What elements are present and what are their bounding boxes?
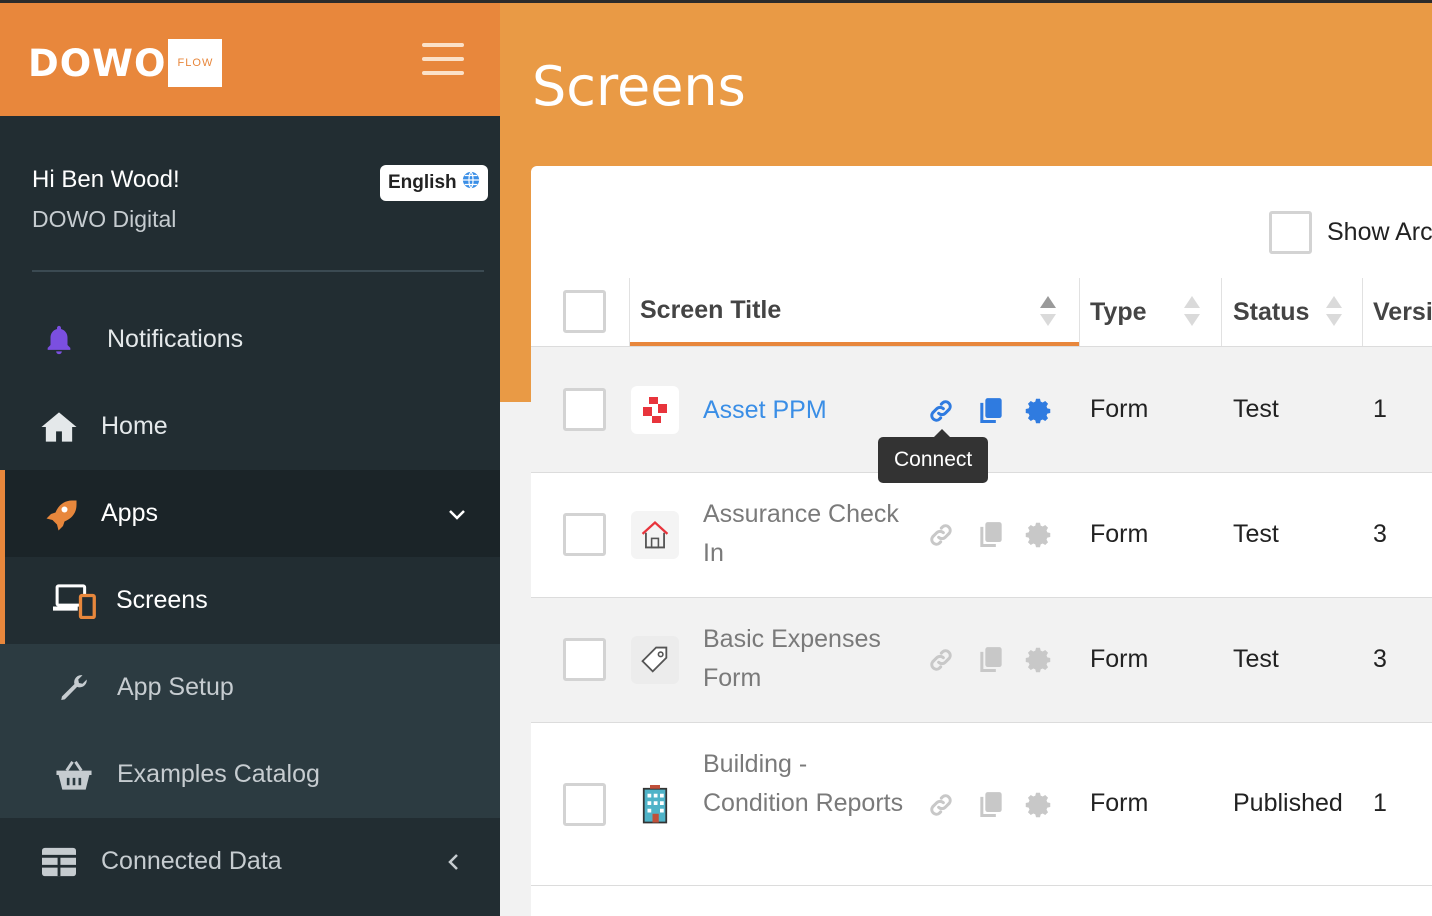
table-row[interactable]: Assurance Check In Form Test 3 xyxy=(531,472,1432,597)
type-cell: Form xyxy=(1090,789,1149,817)
sidebar-item-screens[interactable]: Screens xyxy=(0,557,500,644)
status-cell: Test xyxy=(1233,395,1279,423)
version-cell: 3 xyxy=(1373,520,1387,548)
screen-title-link[interactable]: Asset PPM xyxy=(703,391,913,430)
column-separator xyxy=(1079,278,1080,346)
row-checkbox[interactable] xyxy=(563,513,606,556)
type-cell: Form xyxy=(1090,645,1149,673)
status-cell: Published xyxy=(1233,789,1343,817)
page-title: Screens xyxy=(532,55,746,118)
sidebar: DOWO FLOW Hi Ben Wood! DOWO Digital Engl… xyxy=(0,0,500,916)
link-icon[interactable] xyxy=(927,521,955,549)
column-header-status[interactable]: Status xyxy=(1233,278,1363,346)
show-archived-label: Show Arc xyxy=(1327,218,1432,246)
screen-title-link[interactable]: Building - Condition Reports xyxy=(703,745,913,823)
rocket-icon xyxy=(42,496,78,532)
version-cell: 1 xyxy=(1373,789,1387,817)
user-greeting: Hi Ben Wood! xyxy=(32,166,180,193)
column-header-screen-title[interactable]: Screen Title xyxy=(630,278,1079,346)
user-panel: Hi Ben Wood! DOWO Digital English xyxy=(0,116,500,272)
asset-ppm-icon xyxy=(631,386,679,434)
sidebar-item-connected-data[interactable]: Connected Data xyxy=(0,818,500,905)
copy-icon[interactable] xyxy=(976,521,1004,549)
home-icon xyxy=(40,410,78,444)
type-cell: Form xyxy=(1090,395,1149,423)
sidebar-item-label: Notifications xyxy=(107,325,244,353)
show-archived-checkbox[interactable] xyxy=(1269,211,1312,254)
language-selector[interactable]: English xyxy=(380,165,488,201)
status-cell: Test xyxy=(1233,645,1279,673)
row-checkbox[interactable] xyxy=(563,388,606,431)
globe-icon xyxy=(462,171,480,195)
copy-icon[interactable] xyxy=(976,397,1004,425)
link-icon[interactable] xyxy=(927,646,955,674)
gear-icon[interactable] xyxy=(1024,521,1052,549)
house-icon xyxy=(631,511,679,559)
screens-table-card: Show Arc Screen Title Type Status Versi … xyxy=(531,166,1432,916)
screen-title-link[interactable]: Basic Expenses Form xyxy=(703,620,913,698)
building-icon xyxy=(631,781,679,829)
select-all-checkbox[interactable] xyxy=(563,290,606,333)
screen-title-link[interactable]: Assurance Check In xyxy=(703,495,913,573)
column-separator xyxy=(1362,278,1363,346)
wrench-icon xyxy=(57,671,91,705)
bell-icon xyxy=(42,323,76,357)
row-checkbox[interactable] xyxy=(563,783,606,826)
sidebar-item-app-setup[interactable]: App Setup xyxy=(0,644,500,731)
copy-icon[interactable] xyxy=(976,791,1004,819)
sort-icon xyxy=(1184,296,1200,328)
column-separator xyxy=(1221,278,1222,346)
link-icon[interactable] xyxy=(927,791,955,819)
table-icon xyxy=(42,847,76,877)
sidebar-item-examples-catalog[interactable]: Examples Catalog xyxy=(0,731,500,818)
sidebar-item-label: Apps xyxy=(101,499,158,527)
row-checkbox[interactable] xyxy=(563,638,606,681)
tag-icon xyxy=(631,636,679,684)
column-header-label: Versi xyxy=(1373,297,1432,326)
link-icon[interactable] xyxy=(927,397,955,425)
logo-badge: FLOW xyxy=(168,39,223,87)
chevron-left-icon xyxy=(446,852,460,872)
sidebar-divider xyxy=(32,270,484,272)
copy-icon[interactable] xyxy=(976,646,1004,674)
basket-icon xyxy=(55,758,93,792)
chevron-down-icon xyxy=(447,507,467,521)
sort-asc-icon xyxy=(1040,296,1056,328)
sidebar-item-label: Examples Catalog xyxy=(117,760,320,788)
devices-icon xyxy=(53,583,97,619)
gear-icon[interactable] xyxy=(1024,397,1052,425)
column-header-label: Screen Title xyxy=(640,295,782,324)
type-cell: Form xyxy=(1090,520,1149,548)
language-label: English xyxy=(388,172,457,193)
sidebar-item-label: Connected Data xyxy=(101,847,282,875)
column-header-label: Status xyxy=(1233,297,1310,326)
sidebar-item-label: App Setup xyxy=(117,673,234,701)
version-cell: 3 xyxy=(1373,645,1387,673)
sidebar-item-label: Home xyxy=(101,412,168,440)
column-header-label: Type xyxy=(1090,297,1147,326)
logo[interactable]: DOWO FLOW xyxy=(28,39,223,87)
menu-toggle-icon[interactable] xyxy=(422,43,464,79)
table-row[interactable]: Basic Expenses Form Form Test 3 xyxy=(531,597,1432,722)
status-cell: Test xyxy=(1233,520,1279,548)
sidebar-item-home[interactable]: Home xyxy=(0,383,500,470)
sort-icon xyxy=(1326,296,1342,328)
sidebar-item-label: Screens xyxy=(116,586,208,614)
column-header-type[interactable]: Type xyxy=(1090,278,1220,346)
user-org: DOWO Digital xyxy=(32,206,177,232)
brand-bar: DOWO FLOW xyxy=(0,0,500,116)
sidebar-item-apps[interactable]: Apps xyxy=(0,470,500,557)
table-row[interactable]: Building - Condition Reports Form Publis… xyxy=(531,722,1432,886)
logo-wordmark: DOWO xyxy=(28,41,167,85)
gear-icon[interactable] xyxy=(1024,791,1052,819)
version-cell: 1 xyxy=(1373,395,1387,423)
column-header-version[interactable]: Versi xyxy=(1373,278,1432,346)
sidebar-item-notifications[interactable]: Notifications xyxy=(0,296,500,383)
connect-tooltip: Connect xyxy=(878,429,989,483)
gear-icon[interactable] xyxy=(1024,646,1052,674)
